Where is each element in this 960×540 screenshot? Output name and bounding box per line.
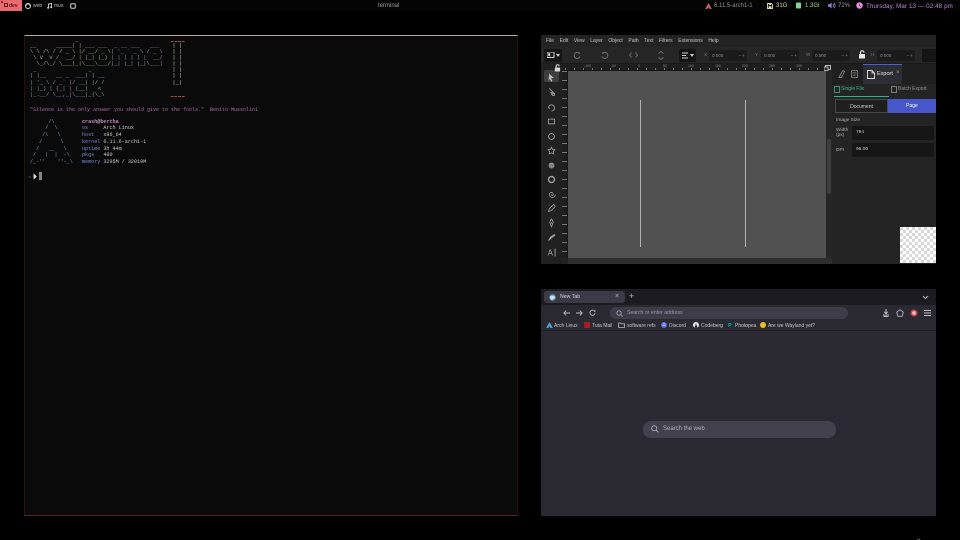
- svg-text:A: A: [547, 248, 553, 256]
